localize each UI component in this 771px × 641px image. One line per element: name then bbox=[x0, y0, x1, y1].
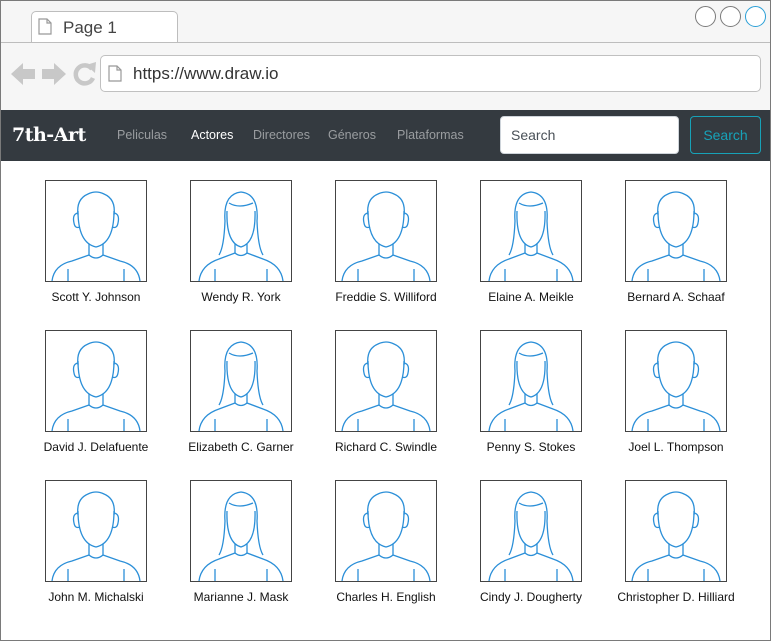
female-avatar-icon[interactable] bbox=[190, 330, 292, 432]
actor-card[interactable]: John M. Michalski bbox=[45, 480, 147, 612]
actor-card[interactable]: Charles H. English bbox=[335, 480, 437, 612]
page-icon bbox=[108, 65, 122, 82]
actor-card[interactable]: Christopher D. Hilliard bbox=[617, 480, 735, 612]
actor-card[interactable]: David J. Delafuente bbox=[44, 330, 148, 462]
actor-name: Christopher D. Hilliard bbox=[617, 589, 735, 604]
address-bar[interactable]: https://www.draw.io bbox=[100, 55, 761, 92]
actor-name: Joel L. Thompson bbox=[628, 439, 724, 454]
actor-card[interactable]: Elizabeth C. Garner bbox=[188, 330, 294, 462]
female-avatar-icon[interactable] bbox=[480, 330, 582, 432]
male-avatar-icon[interactable] bbox=[625, 180, 727, 282]
actor-card[interactable]: Scott Y. Johnson bbox=[45, 180, 147, 312]
reload-icon[interactable] bbox=[72, 61, 97, 87]
actor-card[interactable]: Richard C. Swindle bbox=[335, 330, 437, 462]
actor-card[interactable]: Penny S. Stokes bbox=[480, 330, 582, 462]
page-icon bbox=[38, 18, 52, 35]
tab-title: Page 1 bbox=[63, 18, 117, 37]
tab-divider bbox=[1, 42, 770, 43]
search-button-label: Search bbox=[703, 127, 748, 143]
male-avatar-icon[interactable] bbox=[625, 480, 727, 582]
female-avatar-icon[interactable] bbox=[190, 180, 292, 282]
male-avatar-icon[interactable] bbox=[335, 480, 437, 582]
browser-tab[interactable]: Page 1 bbox=[31, 11, 178, 43]
actor-name: Penny S. Stokes bbox=[486, 439, 576, 454]
actor-card[interactable]: Bernard A. Schaaf bbox=[625, 180, 727, 312]
actor-card[interactable]: Elaine A. Meikle bbox=[480, 180, 582, 312]
male-avatar-icon[interactable] bbox=[335, 180, 437, 282]
search-input[interactable]: Search bbox=[500, 116, 679, 154]
male-avatar-icon[interactable] bbox=[45, 330, 147, 432]
actor-card[interactable]: Cindy J. Dougherty bbox=[480, 480, 582, 612]
female-avatar-icon[interactable] bbox=[480, 180, 582, 282]
actor-name: Cindy J. Dougherty bbox=[479, 589, 583, 604]
actor-name: Elizabeth C. Garner bbox=[188, 439, 294, 454]
actor-name: Bernard A. Schaaf bbox=[627, 289, 725, 304]
actor-name: Richard C. Swindle bbox=[334, 439, 438, 454]
actor-card[interactable]: Wendy R. York bbox=[190, 180, 292, 312]
actor-name: Marianne J. Mask bbox=[193, 589, 289, 604]
actor-name: David J. Delafuente bbox=[43, 439, 149, 454]
nav-link-plataformas[interactable]: Plataformas bbox=[397, 128, 464, 142]
male-avatar-icon[interactable] bbox=[45, 480, 147, 582]
female-avatar-icon[interactable] bbox=[190, 480, 292, 582]
browser-window: Page 1 https://www.draw.io 7th-Art Pelic… bbox=[0, 0, 771, 641]
nav-link-generos[interactable]: Géneros bbox=[328, 128, 376, 142]
male-avatar-icon[interactable] bbox=[45, 180, 147, 282]
forward-arrow-icon[interactable] bbox=[41, 62, 66, 86]
maximize-button[interactable] bbox=[720, 6, 741, 27]
site-brand[interactable]: 7th-Art bbox=[12, 124, 86, 146]
search-button[interactable]: Search bbox=[690, 116, 761, 154]
actor-name: Scott Y. Johnson bbox=[51, 289, 141, 304]
nav-link-directores[interactable]: Directores bbox=[253, 128, 310, 142]
actor-name: Elaine A. Meikle bbox=[488, 289, 574, 304]
close-button[interactable] bbox=[745, 6, 766, 27]
search-placeholder: Search bbox=[511, 127, 556, 143]
female-avatar-icon[interactable] bbox=[480, 480, 582, 582]
male-avatar-icon[interactable] bbox=[625, 330, 727, 432]
actor-card[interactable]: Freddie S. Williford bbox=[335, 180, 437, 312]
actor-name: Wendy R. York bbox=[201, 289, 281, 304]
nav-link-peliculas[interactable]: Peliculas bbox=[117, 128, 167, 142]
actor-card[interactable]: Marianne J. Mask bbox=[190, 480, 292, 612]
nav-link-actores[interactable]: Actores bbox=[191, 128, 233, 142]
url-text: https://www.draw.io bbox=[133, 64, 279, 83]
actor-name: Freddie S. Williford bbox=[335, 289, 437, 304]
actor-card[interactable]: Joel L. Thompson bbox=[625, 330, 727, 462]
site-navbar: 7th-Art Peliculas Actores Directores Gén… bbox=[1, 110, 770, 161]
actor-name: John M. Michalski bbox=[48, 589, 144, 604]
actor-name: Charles H. English bbox=[336, 589, 436, 604]
minimize-button[interactable] bbox=[695, 6, 716, 27]
back-arrow-icon[interactable] bbox=[11, 62, 36, 86]
browser-chrome: Page 1 https://www.draw.io bbox=[1, 1, 770, 110]
male-avatar-icon[interactable] bbox=[335, 330, 437, 432]
